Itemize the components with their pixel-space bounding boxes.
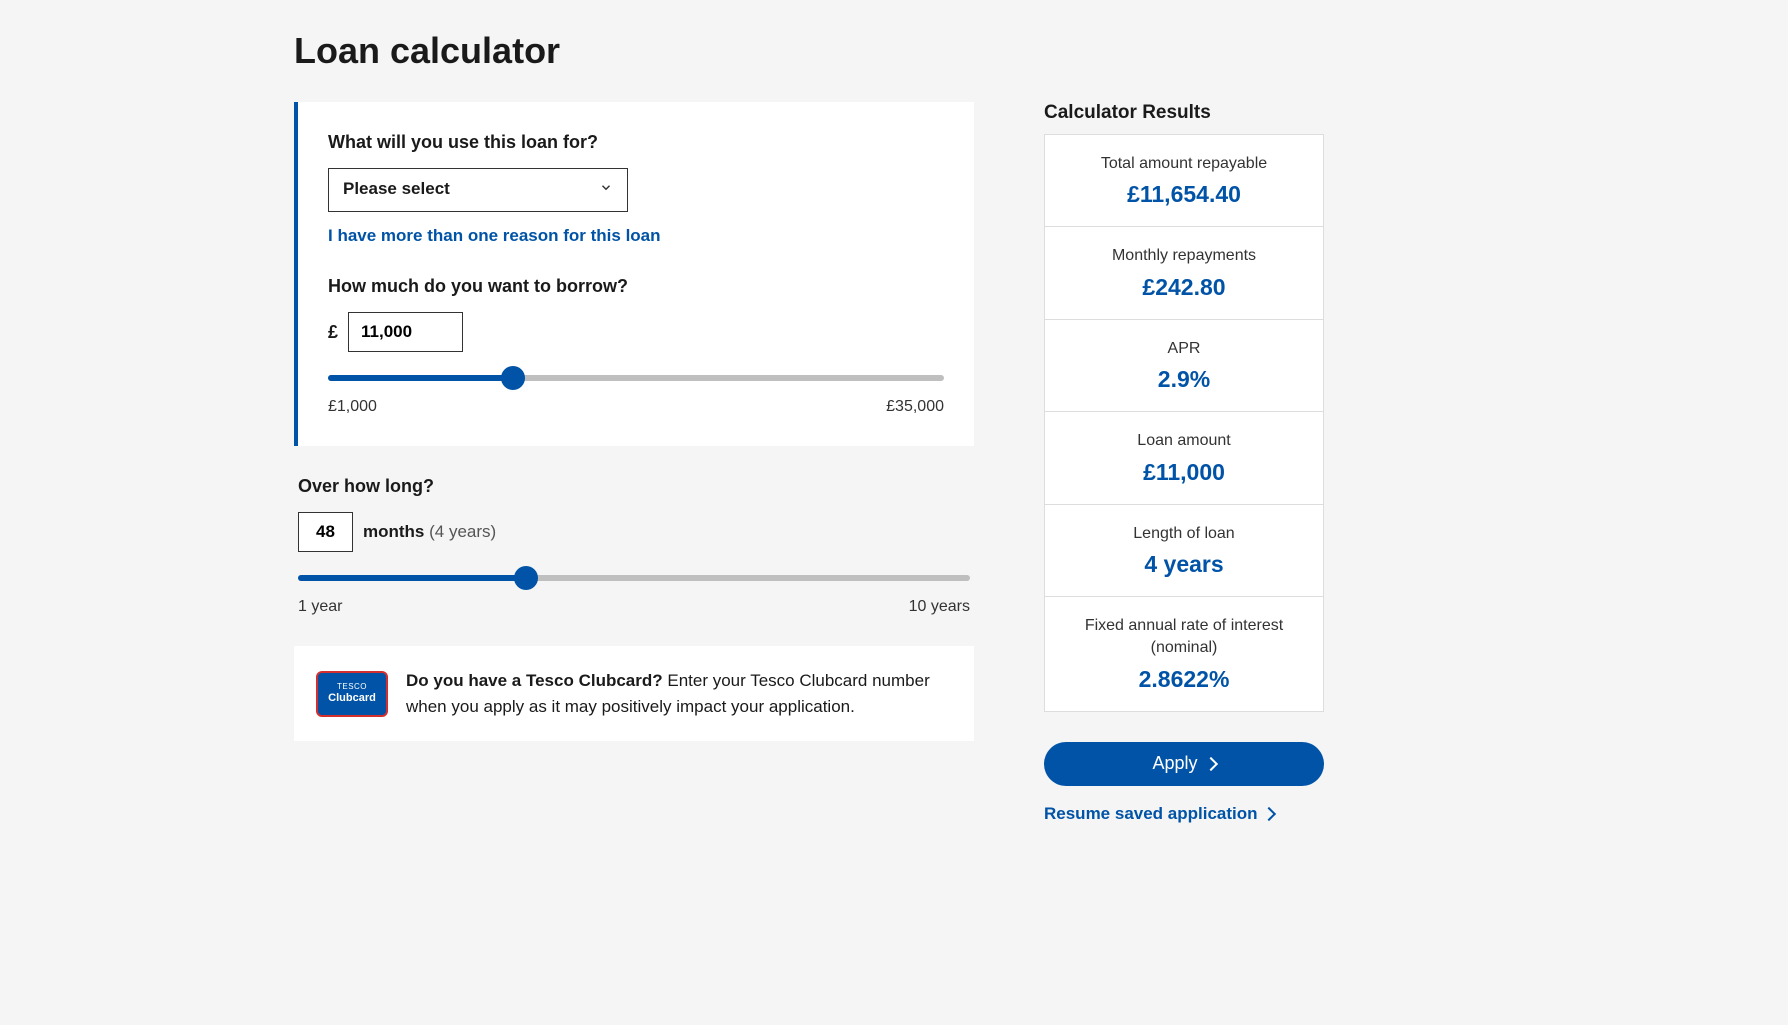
term-slider[interactable] bbox=[298, 566, 970, 590]
results-title: Calculator Results bbox=[1044, 102, 1324, 124]
results-box: Total amount repayable £11,654.40 Monthl… bbox=[1044, 134, 1324, 712]
months-word: months bbox=[363, 522, 424, 541]
years-note: (4 years) bbox=[429, 522, 496, 541]
slider-thumb[interactable] bbox=[501, 366, 525, 390]
amount-slider[interactable] bbox=[328, 366, 944, 390]
amount-question: How much do you want to borrow? bbox=[328, 276, 944, 297]
amount-slider-min: £1,000 bbox=[328, 398, 377, 416]
chevron-right-icon bbox=[1264, 804, 1274, 824]
term-slider-min: 1 year bbox=[298, 598, 342, 616]
multi-reason-link[interactable]: I have more than one reason for this loa… bbox=[328, 226, 661, 246]
slider-fill bbox=[298, 575, 526, 581]
resume-application-link[interactable]: Resume saved application bbox=[1044, 804, 1274, 824]
purpose-select[interactable]: Please select bbox=[328, 168, 628, 212]
term-input[interactable] bbox=[298, 512, 353, 552]
result-monthly: Monthly repayments £242.80 bbox=[1045, 227, 1323, 319]
clubcard-text: Do you have a Tesco Clubcard? Enter your… bbox=[406, 668, 952, 719]
amount-input[interactable] bbox=[348, 312, 463, 352]
term-slider-max: 10 years bbox=[909, 598, 970, 616]
chevron-down-icon bbox=[599, 181, 613, 200]
clubcard-icon: TESCO Clubcard bbox=[316, 671, 388, 717]
result-loan-amount: Loan amount £11,000 bbox=[1045, 412, 1323, 504]
slider-fill bbox=[328, 375, 513, 381]
purpose-select-placeholder: Please select bbox=[329, 169, 627, 209]
currency-symbol: £ bbox=[328, 322, 338, 343]
page-title: Loan calculator bbox=[294, 30, 1494, 72]
result-fixed-rate: Fixed annual rate of interest (nominal) … bbox=[1045, 597, 1323, 711]
result-total-repayable: Total amount repayable £11,654.40 bbox=[1045, 135, 1323, 227]
term-question: Over how long? bbox=[298, 476, 970, 497]
purpose-question: What will you use this loan for? bbox=[328, 132, 944, 153]
results-panel: Calculator Results Total amount repayabl… bbox=[1044, 102, 1324, 824]
calculator-form: What will you use this loan for? Please … bbox=[294, 102, 974, 741]
amount-slider-max: £35,000 bbox=[886, 398, 944, 416]
form-card: What will you use this loan for? Please … bbox=[294, 102, 974, 446]
result-apr: APR 2.9% bbox=[1045, 320, 1323, 412]
chevron-right-icon bbox=[1206, 753, 1216, 774]
result-length: Length of loan 4 years bbox=[1045, 505, 1323, 597]
apply-button[interactable]: Apply bbox=[1044, 742, 1324, 786]
slider-thumb[interactable] bbox=[514, 566, 538, 590]
clubcard-callout: TESCO Clubcard Do you have a Tesco Clubc… bbox=[294, 646, 974, 741]
